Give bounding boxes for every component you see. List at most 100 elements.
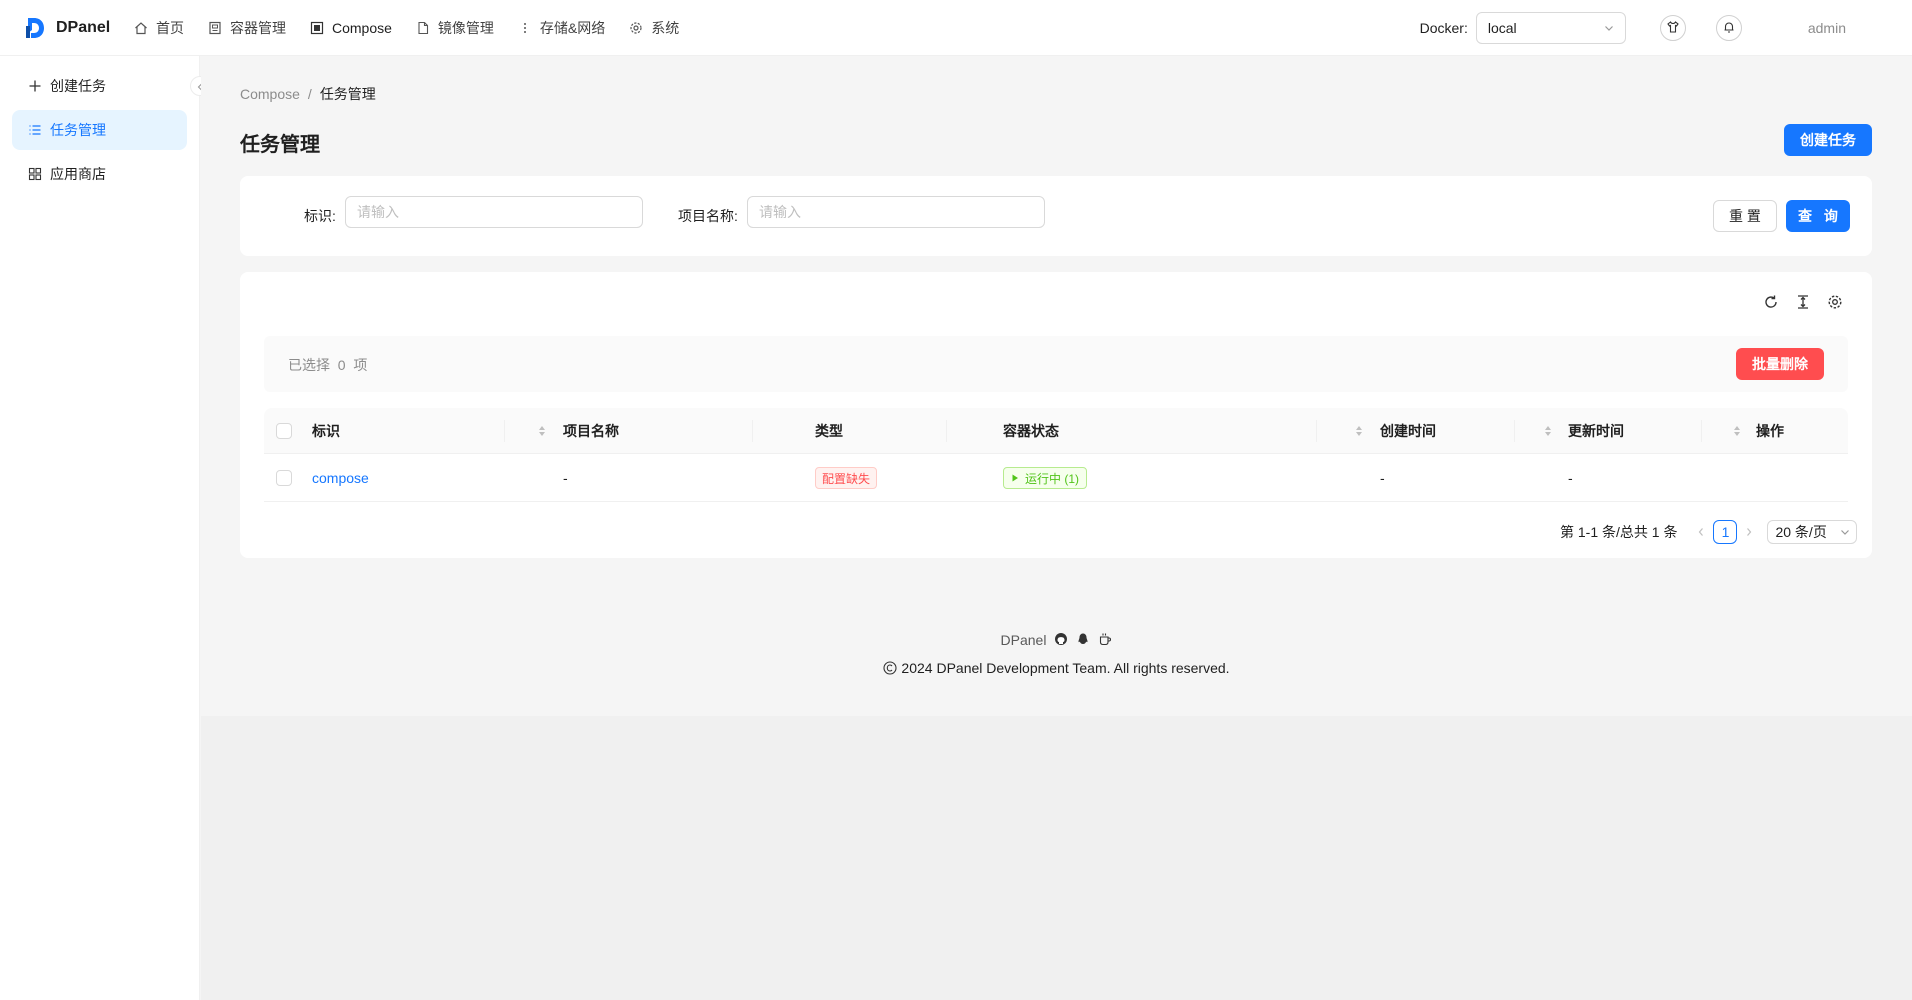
qq-icon[interactable] — [1076, 632, 1090, 649]
nav-item-home[interactable]: 首页 — [126, 0, 200, 56]
cell-updated-time: - — [1568, 470, 1573, 486]
cell-container-status: 运行中 (1) — [1003, 454, 1088, 502]
identifier-input[interactable]: 请输入 — [345, 196, 643, 228]
sort-icon[interactable] — [1733, 425, 1741, 437]
appstore-icon — [28, 167, 42, 181]
column-divider — [1514, 420, 1515, 442]
compose-icon — [310, 21, 324, 35]
sidebar-item-create-task[interactable]: 创建任务 — [12, 66, 187, 106]
column-header-project-name: 项目名称 — [563, 423, 619, 439]
nav-item-images[interactable]: 镜像管理 — [408, 0, 510, 56]
breadcrumb-current: 任务管理 — [319, 86, 376, 102]
user-menu[interactable]: admin — [1808, 20, 1846, 36]
column-header-container-status[interactable]: 容器状态 — [1003, 408, 1059, 454]
column-divider — [946, 420, 947, 442]
column-header-updated-time[interactable]: 更新时间 — [1568, 408, 1624, 454]
query-button[interactable]: 查 询 — [1786, 200, 1850, 232]
logo-text: DPanel — [56, 18, 111, 36]
select-all-checkbox[interactable] — [276, 423, 292, 439]
pagination-summary: 第 1-1 条/总共 1 条 — [1560, 524, 1678, 540]
nav-item-containers[interactable]: 容器管理 — [200, 0, 302, 56]
selection-info: 已选择 0 项 — [288, 355, 367, 375]
home-icon — [134, 21, 148, 35]
table-header: 标识 项目名称 类型 容器状态 创建时间 更新时间 操作 — [264, 408, 1848, 454]
shirt-icon — [1666, 20, 1680, 37]
status-tag[interactable]: 运行中 (1) — [1003, 467, 1088, 489]
docker-label: Docker: — [1419, 20, 1468, 36]
cell-created-time: - — [1380, 470, 1385, 486]
nav-label: 系统 — [651, 19, 680, 36]
table-card: 已选择 0 项 批量删除 标识 项目名称 类型 容器状态 创建时间 更新时间 操… — [240, 272, 1872, 558]
type-tag: 配置缺失 — [815, 467, 878, 489]
sidebar: 创建任务 任务管理 应用商店 — [0, 56, 200, 1000]
reload-button[interactable] — [1762, 294, 1780, 312]
column-header-type: 类型 — [815, 423, 843, 439]
sidebar-item-label: 应用商店 — [50, 166, 106, 182]
sidebar-item-app-store[interactable]: 应用商店 — [12, 154, 187, 194]
cell-type: 配置缺失 — [815, 454, 878, 502]
create-task-button[interactable]: 创建任务 — [1784, 124, 1872, 156]
batch-delete-button[interactable]: 批量删除 — [1736, 348, 1824, 380]
breadcrumb-parent[interactable]: Compose — [240, 86, 300, 102]
chevron-left-icon — [1699, 528, 1704, 536]
file-icon — [416, 21, 430, 35]
column-divider — [1316, 420, 1317, 442]
list-icon — [28, 123, 42, 137]
sidebar-item-label: 任务管理 — [50, 122, 106, 138]
selected-count: 0 — [337, 357, 346, 373]
reload-icon — [1763, 294, 1779, 313]
sort-icon[interactable] — [1355, 425, 1363, 437]
nav-item-system[interactable]: 系统 — [621, 0, 695, 56]
pagination: 第 1-1 条/总共 1 条 1 20 条/页 — [1560, 520, 1858, 544]
breadcrumb-separator: / — [307, 86, 312, 102]
nav-label: 首页 — [156, 19, 184, 36]
github-icon[interactable] — [1054, 632, 1068, 649]
top-header: DPanel 首页 容器管理 Compose 镜像管理 存储&网络 系统 Doc… — [0, 0, 1912, 56]
notification-button[interactable] — [1715, 15, 1742, 41]
sidebar-item-task-management[interactable]: 任务管理 — [12, 110, 187, 150]
row-checkbox[interactable] — [276, 470, 292, 486]
footer-brand: DPanel — [1000, 632, 1047, 648]
prev-page-button[interactable] — [1689, 520, 1713, 544]
column-settings-button[interactable] — [1826, 294, 1844, 312]
footer: DPanel 2024 DPanel Development Team. All… — [201, 630, 1912, 676]
sort-icon[interactable] — [538, 425, 546, 437]
reset-button[interactable]: 重 置 — [1713, 200, 1777, 232]
page-1-button[interactable]: 1 — [1713, 520, 1738, 544]
page-size-select[interactable]: 20 条/页 — [1767, 520, 1858, 544]
column-header-created-time[interactable]: 创建时间 — [1380, 408, 1436, 454]
chevron-right-icon — [1747, 528, 1752, 536]
docker-select[interactable]: local — [1475, 12, 1626, 44]
nav-label: 镜像管理 — [437, 19, 494, 36]
identifier-label: 标识: — [304, 208, 336, 224]
column-divider — [504, 420, 505, 442]
bell-icon — [1722, 20, 1736, 37]
play-icon — [1012, 474, 1018, 482]
column-divider — [752, 420, 753, 442]
project-name-label: 项目名称: — [678, 208, 738, 224]
nav-item-compose[interactable]: Compose — [302, 0, 408, 56]
column-divider — [1701, 420, 1702, 442]
gear-icon — [629, 21, 643, 35]
page-size-value: 20 条/页 — [1775, 524, 1827, 540]
status-label: 运行中 (1) — [1025, 471, 1080, 486]
docker-select-value: local — [1487, 20, 1517, 36]
project-name-input[interactable]: 请输入 — [747, 196, 1045, 228]
column-header-actions: 操作 — [1756, 423, 1784, 439]
copyright-icon — [883, 661, 897, 675]
next-page-button[interactable] — [1737, 520, 1761, 544]
more-vertical-icon — [518, 21, 532, 35]
nav-item-storage-network[interactable]: 存储&网络 — [510, 0, 621, 56]
chevron-down-icon — [1604, 20, 1614, 36]
sort-icon[interactable] — [1544, 425, 1552, 437]
breadcrumb: Compose / 任务管理 — [240, 84, 376, 104]
skin-button[interactable] — [1659, 15, 1686, 41]
logo[interactable]: DPanel — [0, 16, 126, 40]
table-row: compose - 配置缺失 运行中 (1) - - — [264, 454, 1848, 502]
column-header-identifier[interactable]: 标识 — [312, 408, 340, 454]
coffee-icon[interactable] — [1098, 632, 1112, 649]
density-button[interactable] — [1794, 294, 1812, 312]
chevron-down-icon — [1841, 530, 1850, 535]
task-name-link[interactable]: compose — [312, 454, 369, 502]
nav-label: Compose — [332, 19, 392, 36]
